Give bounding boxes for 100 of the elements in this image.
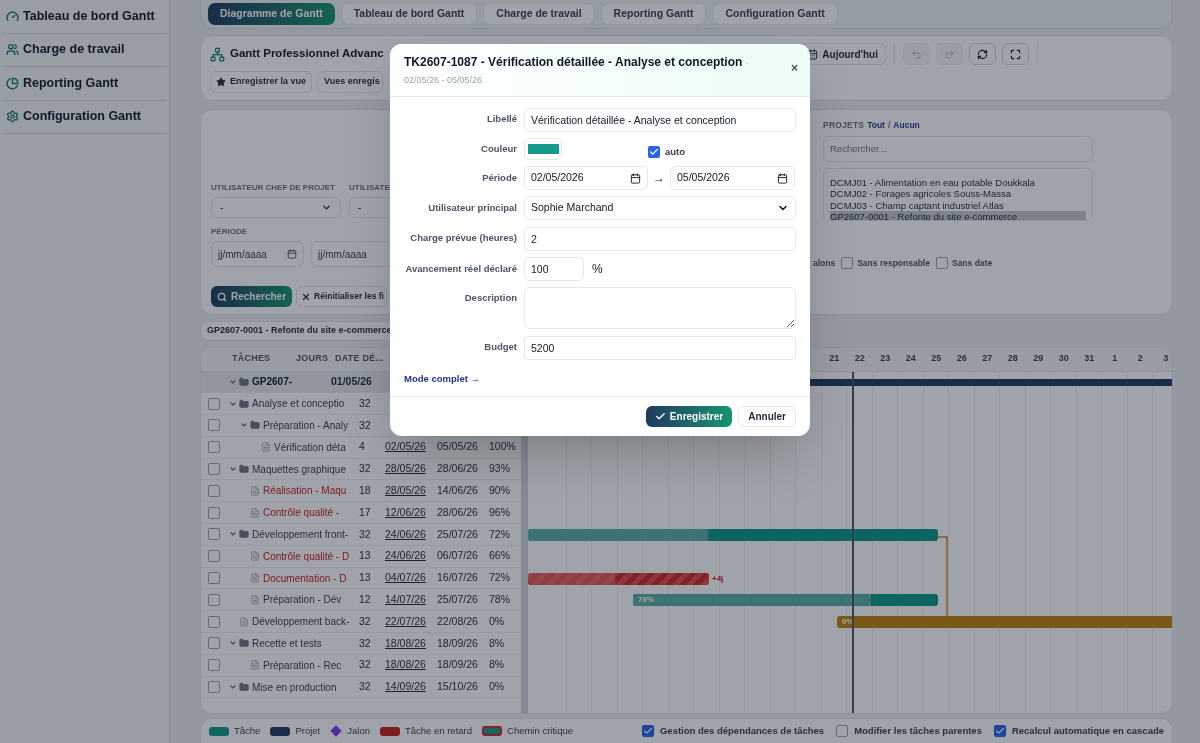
table-cell: 100% [489, 440, 516, 453]
text-field[interactable]: Vérification détaillée - Analyse et conception [524, 108, 796, 132]
row-checkbox[interactable] [208, 550, 220, 563]
task-name[interactable]: Vérification déta [274, 439, 346, 455]
view-tab[interactable]: Tableau de bord Gantt [340, 3, 478, 25]
start-date-link[interactable]: 12/06/26 [385, 505, 426, 518]
text-field[interactable]: 5200 [524, 336, 796, 360]
option-checkbox[interactable] [641, 725, 654, 737]
start-date-link[interactable]: 02/05/26 [385, 440, 426, 453]
row-checkbox[interactable] [208, 484, 220, 497]
row-checkbox[interactable] [208, 681, 220, 694]
task-name[interactable]: GP2607- [252, 374, 293, 390]
refresh-button[interactable] [969, 43, 996, 65]
table-cell: 06/07/26 [437, 549, 478, 562]
view-tab[interactable]: Charge de travail [483, 3, 595, 25]
legend-label: Chemin critique [507, 723, 574, 738]
task-name[interactable]: Réalisation - Maqu [263, 483, 347, 499]
task-name[interactable]: Contrôle qualité - [263, 505, 340, 521]
row-checkbox[interactable] [208, 528, 220, 541]
full-mode-link[interactable]: Mode complet → [404, 372, 796, 387]
task-name[interactable]: Recette et tests [252, 635, 322, 651]
task-name[interactable]: Mise en production [252, 679, 337, 695]
row-checkbox[interactable] [208, 572, 220, 585]
close-button[interactable]: × [791, 59, 798, 77]
start-date-link[interactable]: 01/05/26 [331, 375, 372, 387]
sidebar-item[interactable]: Reporting Gantt [2, 67, 167, 101]
description-field[interactable] [524, 287, 796, 329]
start-date-link[interactable]: 22/07/26 [385, 614, 426, 627]
project-search-field[interactable]: Rechercher... [823, 135, 1093, 162]
start-date-field[interactable]: 02/05/2026 [524, 166, 648, 190]
start-date-link[interactable]: 24/06/26 [385, 549, 426, 562]
table-cell: 16/07/26 [437, 571, 478, 584]
row-checkbox[interactable] [208, 463, 220, 476]
save-view-button[interactable]: Enregistrer la vue [210, 71, 313, 93]
cancel-button[interactable]: Annuler [738, 406, 796, 428]
table-cell: 32 [359, 418, 371, 431]
auto-checkbox[interactable] [648, 146, 660, 158]
filter-select[interactable]: - [211, 197, 341, 218]
late-task-bar[interactable] [528, 572, 709, 585]
start-date-link[interactable]: 28/05/26 [385, 484, 426, 496]
project-option[interactable]: DCMJ02 - Forages agricoles Souss-Massa [830, 188, 1086, 200]
gantt-icon [210, 46, 225, 62]
row-checkbox[interactable] [208, 615, 220, 628]
folder-icon [239, 376, 249, 387]
saved-views-button[interactable]: Vues enregis [317, 71, 383, 93]
row-checkbox[interactable] [208, 659, 220, 672]
text-field[interactable]: 2 [524, 227, 796, 251]
project-option[interactable]: GP2607-0001 - Refonte du site e-commerce [830, 211, 1086, 220]
task-name[interactable]: Développement back- [252, 614, 350, 630]
start-date-link[interactable]: 18/08/26 [385, 658, 426, 671]
row-checkbox[interactable] [208, 419, 220, 432]
file-icon [239, 616, 249, 627]
calendar-icon [630, 172, 641, 184]
sidebar-item[interactable]: Charge de travail [2, 33, 167, 67]
task-name[interactable]: Maquettes graphique [252, 461, 346, 477]
view-tab[interactable]: Diagramme de Gantt [208, 3, 335, 25]
row-checkbox[interactable] [208, 397, 220, 410]
start-date-link[interactable]: 18/08/26 [385, 636, 426, 649]
start-date-link[interactable]: 28/05/26 [385, 462, 426, 475]
task-name[interactable]: Préparation - Analy [263, 418, 349, 433]
task-name[interactable]: Développement front- [252, 526, 349, 542]
filter-option-label: Sans date [951, 256, 993, 270]
project-option[interactable]: DCMJ03 - Champ captant industriel Atlas [830, 199, 1086, 212]
field-label: Période [481, 170, 518, 185]
view-tab[interactable]: Configuration Gantt [712, 3, 838, 25]
row-checkbox[interactable] [208, 441, 220, 454]
row-checkbox[interactable] [208, 593, 220, 606]
sidebar-item[interactable]: Configuration Gantt [2, 100, 167, 134]
option-checkbox[interactable] [993, 725, 1006, 737]
start-date-link[interactable]: 14/07/26 [385, 593, 426, 605]
calendar-icon [287, 249, 297, 259]
task-name[interactable]: Préparation - Rec [263, 657, 342, 673]
project-option[interactable]: DCMJ01 - Alimentation en eau potable Doukkala [830, 176, 1086, 189]
select-all-link[interactable]: Tout [867, 119, 885, 132]
task-name[interactable]: Contrôle qualité - D [263, 548, 350, 564]
start-date-link[interactable]: 04/07/26 [385, 571, 426, 584]
reset-filters-button[interactable]: Réinitialiser les fi [296, 286, 387, 307]
option-checkbox[interactable] [836, 725, 849, 737]
view-tab[interactable]: Reporting Gantt [600, 3, 707, 25]
start-date-link[interactable]: 24/06/26 [385, 527, 426, 540]
filter-checkbox[interactable] [841, 257, 854, 270]
end-date-field[interactable]: 05/05/2026 [670, 166, 795, 190]
user-select[interactable]: Sophie Marchand [524, 196, 796, 220]
task-bar[interactable] [528, 529, 938, 542]
task-name[interactable]: Préparation - Dév [263, 592, 342, 608]
select-none-link[interactable]: Aucun [893, 119, 920, 132]
sidebar-item[interactable]: Tableau de bord Gantt [2, 0, 167, 34]
save-button[interactable]: Enregistrer [645, 406, 733, 428]
task-name[interactable]: Documentation - D [263, 570, 347, 586]
row-checkbox[interactable] [208, 506, 220, 519]
task-name[interactable]: Analyse et conceptio [252, 396, 345, 412]
start-date-link[interactable]: 14/09/26 [385, 680, 426, 693]
search-button[interactable]: Rechercher [211, 286, 293, 307]
row-checkbox[interactable] [208, 637, 220, 650]
table-cell: 14/06/26 [437, 484, 478, 496]
filter-checkbox[interactable] [935, 257, 948, 270]
progress-field[interactable]: 100 [524, 257, 584, 281]
color-picker[interactable] [524, 138, 562, 160]
date-field[interactable]: jj/mm/aaaa [211, 241, 304, 267]
fullscreen-button[interactable] [1002, 43, 1029, 65]
